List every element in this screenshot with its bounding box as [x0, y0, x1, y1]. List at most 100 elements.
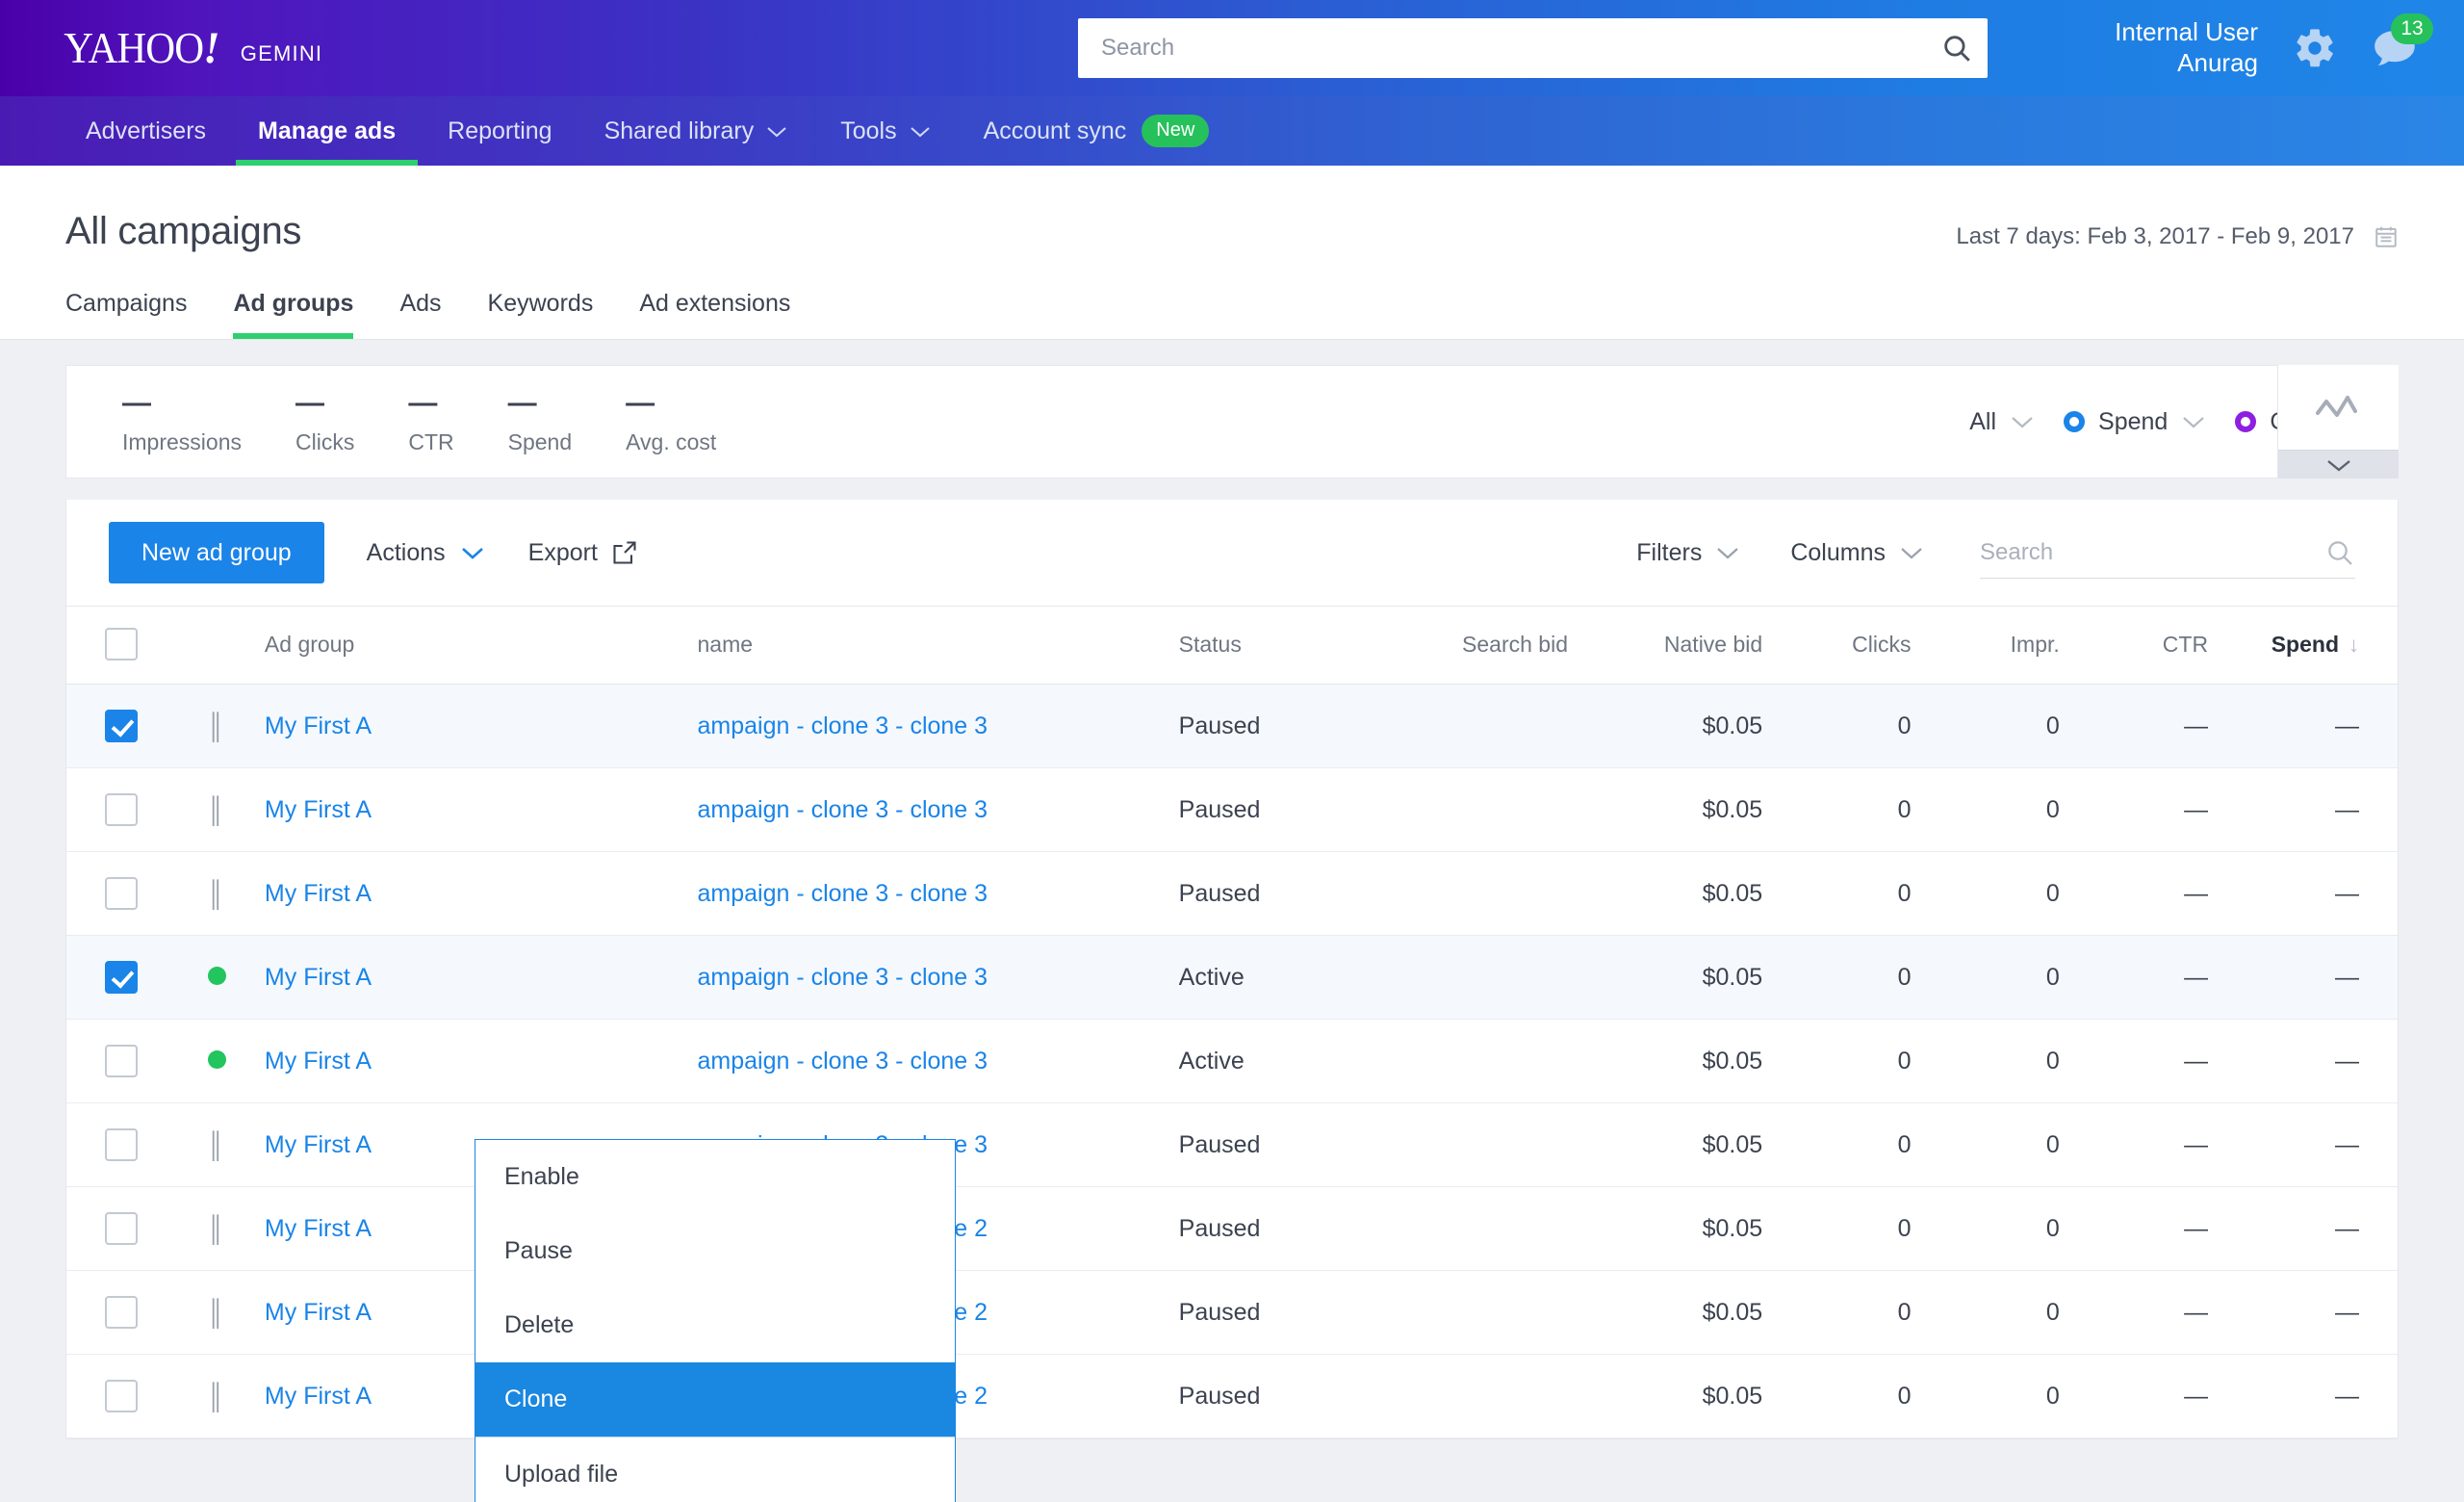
search-bid-cell[interactable] — [1383, 1354, 1568, 1438]
row-checkbox[interactable] — [105, 793, 139, 826]
adgroup-name-link[interactable]: My First A — [265, 1048, 372, 1075]
campaign-name-link[interactable]: ampaign - clone 3 - clone 3 — [698, 1048, 988, 1075]
adgroup-name-link[interactable]: My First A — [265, 1299, 372, 1326]
nav-item-manage-ads[interactable]: Manage ads — [232, 96, 422, 166]
table-row[interactable]: My First A ampaign - clone 3 - clone 3 Act… — [66, 935, 2398, 1020]
adgroup-name-link[interactable]: My First A — [265, 1383, 372, 1410]
search-bid-cell[interactable] — [1383, 851, 1568, 936]
native-bid-cell[interactable]: $0.05 — [1568, 1019, 1763, 1103]
filters-dropdown-button[interactable]: Filters — [1636, 539, 1740, 567]
trend-chart-icon[interactable] — [2278, 365, 2399, 450]
native-bid-cell[interactable]: $0.05 — [1568, 1186, 1763, 1271]
row-checkbox[interactable] — [105, 1296, 139, 1329]
native-bid-cell[interactable]: $0.05 — [1568, 935, 1763, 1020]
series-spend-dropdown[interactable]: Spend — [2064, 408, 2206, 436]
row-select-cell[interactable] — [66, 935, 177, 1020]
search-bid-cell[interactable] — [1383, 1186, 1568, 1271]
table-row[interactable]: ║My First Aampaign - clone 3 - clone 2Pa… — [66, 1186, 2398, 1271]
table-row[interactable]: ║My First Aampaign - clone 3 - clone 3Pa… — [66, 1102, 2398, 1187]
campaign-name-link[interactable]: ampaign - clone 3 - clone 3 — [698, 796, 988, 823]
tab-ad-extensions[interactable]: Ad extensions — [616, 290, 813, 339]
campaign-name-link[interactable]: ampaign - clone 3 - clone 3 — [698, 964, 988, 991]
table-row[interactable]: ║My First Aampaign - clone 3 - clone 3Pa… — [66, 767, 2398, 852]
native-bid-cell[interactable]: $0.05 — [1568, 1354, 1763, 1438]
row-checkbox[interactable] — [105, 1128, 139, 1161]
row-select-cell[interactable] — [66, 1354, 177, 1438]
nav-item-advertisers[interactable]: Advertisers — [60, 96, 232, 166]
status-header[interactable]: Status — [1178, 606, 1384, 685]
search-bid-cell[interactable] — [1383, 1019, 1568, 1103]
search-bid-cell[interactable] — [1383, 1102, 1568, 1187]
row-checkbox[interactable] — [105, 1212, 139, 1245]
export-button[interactable]: Export — [528, 539, 638, 567]
nav-item-account-sync[interactable]: Account sync New — [958, 96, 1236, 166]
ctr-header[interactable]: CTR — [2059, 606, 2209, 685]
row-select-cell[interactable] — [66, 767, 177, 852]
search-bid-header[interactable]: Search bid — [1383, 606, 1568, 685]
user-info[interactable]: Internal User Anurag — [2115, 17, 2258, 78]
adgroup-name-link[interactable]: My First A — [265, 1131, 372, 1158]
chart-panel-toggle[interactable] — [2277, 365, 2399, 479]
nav-item-tools[interactable]: Tools — [814, 96, 957, 166]
campaign-name-cell[interactable]: ampaign - clone 3 - clone 3 — [697, 684, 1179, 768]
adgroup-name-link[interactable]: My First A — [265, 964, 372, 991]
nav-item-reporting[interactable]: Reporting — [422, 96, 578, 166]
table-row[interactable]: ║My First Aampaign - clone 3 - clone 2Pa… — [66, 1354, 2398, 1438]
menu-item-pause[interactable]: Pause — [475, 1214, 955, 1288]
row-checkbox[interactable] — [105, 1045, 139, 1077]
search-bid-cell[interactable] — [1383, 935, 1568, 1020]
row-checkbox[interactable] — [105, 1380, 139, 1412]
table-row[interactable]: ║My First Aampaign - clone 3 - clone 3Pa… — [66, 684, 2398, 768]
impressions-header[interactable]: Impr. — [1911, 606, 2060, 685]
row-select-cell[interactable] — [66, 1186, 177, 1271]
tab-ads[interactable]: Ads — [376, 290, 464, 339]
table-search-input[interactable] — [1980, 538, 2324, 566]
campaign-name-cell[interactable]: ampaign - clone 3 - clone 3 — [697, 767, 1179, 852]
search-icon[interactable] — [1926, 18, 1988, 78]
select-all-header[interactable] — [66, 606, 177, 685]
clicks-header[interactable]: Clicks — [1762, 606, 1912, 685]
adgroup-name-link[interactable]: My First A — [265, 796, 372, 823]
adgroup-name-header[interactable]: Ad group — [256, 606, 698, 685]
tab-keywords[interactable]: Keywords — [465, 290, 617, 339]
adgroup-name-link[interactable]: My First A — [265, 1215, 372, 1242]
adgroup-name-cell[interactable]: My First A — [256, 935, 698, 1020]
row-checkbox[interactable] — [105, 961, 139, 994]
adgroup-name-link[interactable]: My First A — [265, 712, 372, 739]
campaign-name-cell[interactable]: ampaign - clone 3 - clone 3 — [697, 1019, 1179, 1103]
columns-dropdown-button[interactable]: Columns — [1790, 539, 1924, 567]
global-search[interactable] — [1078, 18, 1988, 78]
menu-item-upload-file[interactable]: Upload file — [475, 1437, 955, 1502]
adgroup-name-cell[interactable]: My First A — [256, 851, 698, 936]
row-select-cell[interactable] — [66, 1019, 177, 1103]
search-bid-cell[interactable] — [1383, 1270, 1568, 1355]
native-bid-cell[interactable]: $0.05 — [1568, 1102, 1763, 1187]
table-search[interactable] — [1980, 527, 2355, 579]
new-ad-group-button[interactable]: New ad group — [109, 522, 324, 583]
row-select-cell[interactable] — [66, 1102, 177, 1187]
menu-item-delete[interactable]: Delete — [475, 1288, 955, 1362]
adgroup-name-cell[interactable]: My First A — [256, 767, 698, 852]
date-range-picker[interactable]: Last 7 days: Feb 3, 2017 - Feb 9, 2017 — [1956, 223, 2399, 250]
row-checkbox[interactable] — [105, 710, 139, 742]
row-select-cell[interactable] — [66, 684, 177, 768]
select-all-checkbox[interactable] — [105, 628, 139, 660]
adgroup-name-cell[interactable]: My First A — [256, 684, 698, 768]
row-select-cell[interactable] — [66, 1270, 177, 1355]
adgroup-name-cell[interactable]: My First A — [256, 1019, 698, 1103]
notifications-button[interactable]: 13 — [2372, 13, 2433, 69]
native-bid-cell[interactable]: $0.05 — [1568, 1270, 1763, 1355]
table-row[interactable]: ║My First Aampaign - clone 3 - clone 2Pa… — [66, 1270, 2398, 1355]
global-search-input[interactable] — [1078, 18, 1926, 78]
table-row[interactable]: My First A ampaign - clone 3 - clone 3 Act… — [66, 1019, 2398, 1103]
tab-ad-groups[interactable]: Ad groups — [210, 290, 376, 339]
actions-dropdown-button[interactable]: Actions — [367, 539, 486, 567]
nav-item-shared-library[interactable]: Shared library — [578, 96, 815, 166]
expand-chart-button[interactable] — [2278, 450, 2399, 479]
search-bid-cell[interactable] — [1383, 684, 1568, 768]
campaign-name-link[interactable]: ampaign - clone 3 - clone 3 — [698, 712, 988, 739]
search-icon[interactable] — [2324, 537, 2355, 568]
campaign-name-link[interactable]: ampaign - clone 3 - clone 3 — [698, 880, 988, 907]
campaign-name-cell[interactable]: ampaign - clone 3 - clone 3 — [697, 851, 1179, 936]
brand-block[interactable]: YAHOO! GEMINI — [0, 25, 322, 71]
